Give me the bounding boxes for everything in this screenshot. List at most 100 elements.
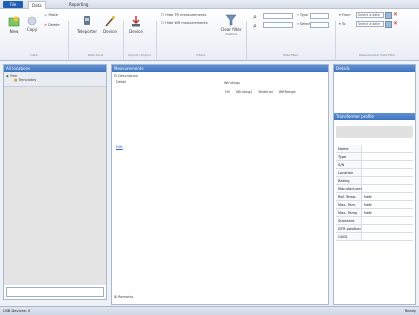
measurements-panel-header: Measurements — [112, 65, 328, 72]
column-header[interactable]: Material — [258, 90, 272, 94]
property-value-input[interactable] — [362, 153, 413, 160]
from-label: ▾ From — [339, 13, 351, 17]
clear-date-icon[interactable]: ✕ — [393, 11, 398, 18]
paste-icon: ▭ — [44, 13, 48, 17]
expand-icon: ⊞ — [114, 295, 117, 299]
property-row: Type — [336, 153, 413, 161]
collapse-icon: ⊟ — [114, 74, 117, 78]
property-row: DTR position — [336, 225, 413, 233]
device-icon — [84, 16, 90, 25]
select-label: ▿ Select — [297, 22, 311, 26]
wand-icon — [105, 16, 115, 27]
to-date-input[interactable]: Select a date — [356, 21, 384, 27]
group-caption-date-filter: Measurement date filter — [358, 53, 396, 57]
group-caption-data: Data — [30, 53, 38, 57]
clear-filter-button[interactable]: Clear filter method — [220, 14, 242, 36]
dropdown-icon: ▾ — [339, 22, 341, 26]
folder-icon: ■ — [14, 78, 18, 82]
details-panel-header: Details — [334, 65, 415, 72]
status-ready: Ready — [404, 309, 416, 313]
property-value-input[interactable] — [362, 225, 413, 232]
remarks-expander[interactable]: ⊞ Remarks — [114, 295, 133, 299]
hide-wr-checkbox[interactable]: ☐ Hide WR measurements — [161, 21, 208, 25]
tree-search-input[interactable] — [6, 287, 104, 297]
property-value-input[interactable]: NaN — [362, 193, 413, 200]
type-label: ▿ Type — [297, 13, 308, 17]
property-row: Standard — [336, 217, 413, 225]
status-usb-devices: USB Devices: 0 — [3, 309, 31, 313]
tab-reporting[interactable]: Reporting — [66, 1, 91, 9]
export-icon — [132, 16, 140, 27]
property-row: Manufacturer — [336, 185, 413, 193]
property-row: Max. Temp Dev.NaN — [336, 209, 413, 223]
group-caption-filters: Filters — [196, 53, 206, 57]
windings-header-row: HV Winding2 Material WRRange — [225, 90, 296, 94]
tree-toolbar: ◆ Tree ■ Templates — [4, 72, 106, 87]
group-caption-tools: Data Tools — [87, 53, 104, 57]
property-row: Name — [336, 145, 413, 153]
column-header[interactable]: Winding2 — [236, 90, 252, 94]
property-value-input[interactable]: NaN — [362, 209, 413, 216]
property-value-input[interactable]: NaN — [362, 201, 413, 208]
delete-icon: ✕ — [44, 23, 47, 27]
property-value-input[interactable] — [362, 177, 413, 184]
property-value-input[interactable] — [362, 161, 413, 168]
device-button[interactable]: Device — [100, 15, 120, 34]
device-export-button[interactable]: Device — [127, 15, 145, 34]
calendar-icon[interactable] — [385, 21, 392, 28]
funnel-icon — [225, 14, 237, 26]
type-select[interactable] — [310, 13, 329, 19]
property-value-input[interactable] — [362, 145, 413, 152]
teleporter-button[interactable]: Teleporter — [74, 15, 100, 34]
property-row: Location — [336, 169, 413, 177]
calendar-icon[interactable] — [385, 12, 392, 19]
edit-link[interactable]: Edit — [116, 145, 123, 149]
new-icon — [8, 16, 20, 27]
profile-property-grid: Name Type S/N Location Rating Manufactur… — [336, 145, 413, 241]
windings-label: Windings — [224, 81, 241, 85]
profile-title-bar — [336, 126, 413, 138]
type-combo[interactable] — [263, 13, 293, 19]
property-value-input[interactable] — [362, 185, 413, 192]
tree-child-templates[interactable]: ■ Templates — [6, 78, 104, 82]
copy-icon — [27, 16, 37, 26]
property-row: Max. Tem. Dev.NaN — [336, 201, 413, 215]
property-value-input[interactable] — [362, 217, 413, 224]
property-value-input[interactable] — [362, 169, 413, 176]
column-header[interactable]: HV — [225, 90, 230, 94]
to-label: ▾ To — [339, 22, 346, 26]
clear-date-icon[interactable]: ✕ — [393, 20, 398, 27]
detail-label: Detail — [116, 80, 127, 84]
filter-icon: ▿ — [297, 22, 299, 26]
checkbox-icon: ☐ — [161, 13, 165, 17]
column-header[interactable]: WRRange — [279, 90, 296, 94]
binoculars-icon: ⌕ — [253, 13, 257, 21]
new-button[interactable]: New — [6, 16, 22, 34]
property-value-input[interactable] — [362, 233, 413, 240]
select-select[interactable] — [310, 22, 329, 28]
property-row: Ref. Temp. NaN — [336, 193, 413, 201]
paste-item[interactable]: ▭ Paste — [44, 13, 58, 17]
copy-button[interactable]: Copy — [26, 16, 38, 32]
file-menu-button[interactable]: File — [3, 1, 23, 8]
property-row: Rating — [336, 177, 413, 185]
dropdown-icon: ▾ — [339, 13, 341, 17]
locations-panel-header: All locations — [4, 65, 106, 72]
ribbon: New Copy ▭ Paste ✕ Delete Teleporter Dev… — [0, 9, 419, 61]
tree-view[interactable] — [4, 87, 106, 285]
checkbox-icon: ☐ — [161, 21, 165, 25]
tab-data[interactable]: Data — [28, 1, 46, 9]
description-expander[interactable]: ⊟ Description — [114, 74, 138, 78]
group-caption-data-filter: Data filter — [282, 53, 299, 57]
from-date-input[interactable]: Select a date — [356, 12, 384, 18]
delete-button[interactable]: ✕ Delete — [44, 23, 60, 27]
locations-panel: All locations ◆ Tree ■ Templates — [3, 64, 107, 300]
select-combo[interactable] — [263, 22, 293, 28]
ribbon-tab-bar: File Data Reporting — [0, 0, 419, 9]
hide-tr-checkbox[interactable]: ☐ Hide TR measurements — [161, 13, 206, 17]
binoculars-icon: ⌕ — [253, 22, 257, 30]
details-panel: Details Transformer profile Name Type S/… — [333, 64, 416, 305]
transformer-profile-header: Transformer profile — [334, 113, 415, 120]
tree-icon: ◆ — [6, 74, 9, 78]
status-bar: USB Devices: 0 Ready — [0, 306, 419, 315]
